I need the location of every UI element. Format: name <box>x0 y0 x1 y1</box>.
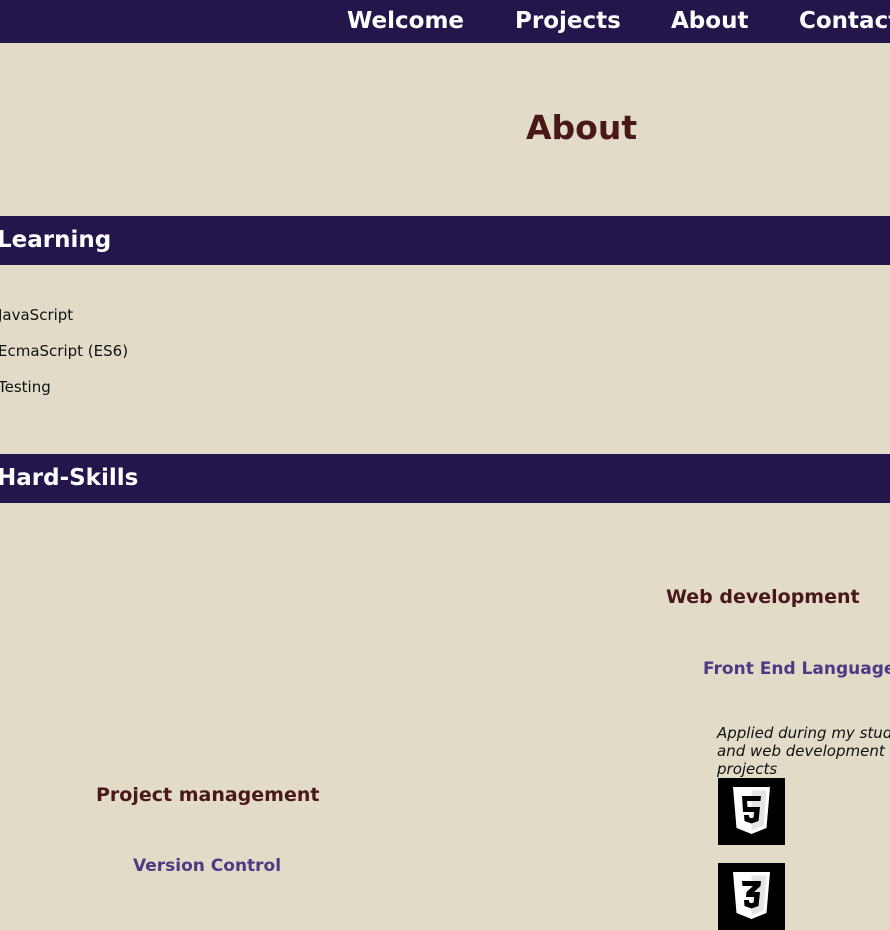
web-development-title: Web development <box>666 586 860 608</box>
css3-icon <box>718 863 785 930</box>
nav-link-contact[interactable]: Contact <box>799 8 890 34</box>
learning-heading: Learning <box>0 227 112 253</box>
page-title: About <box>526 108 638 147</box>
html5-icon <box>718 778 785 845</box>
learning-item: EcmaScript (ES6) <box>0 342 129 360</box>
top-navigation: Welcome Projects About Contact <box>0 0 890 43</box>
front-end-note: Applied during my studies and web develo… <box>717 724 890 778</box>
learning-section-header: Learning <box>0 216 890 265</box>
learning-item: JavaScript <box>0 306 74 324</box>
hard-skills-heading: Hard-Skills <box>0 465 139 491</box>
learning-item: Testing <box>0 378 51 396</box>
version-control-title: Version Control <box>133 856 282 876</box>
nav-link-welcome[interactable]: Welcome <box>347 8 464 34</box>
project-management-title: Project management <box>96 784 320 806</box>
nav-link-about[interactable]: About <box>671 8 748 34</box>
front-end-languages-title: Front End Languages <box>703 659 890 679</box>
nav-link-projects[interactable]: Projects <box>515 8 621 34</box>
hard-skills-section-header: Hard-Skills <box>0 454 890 503</box>
